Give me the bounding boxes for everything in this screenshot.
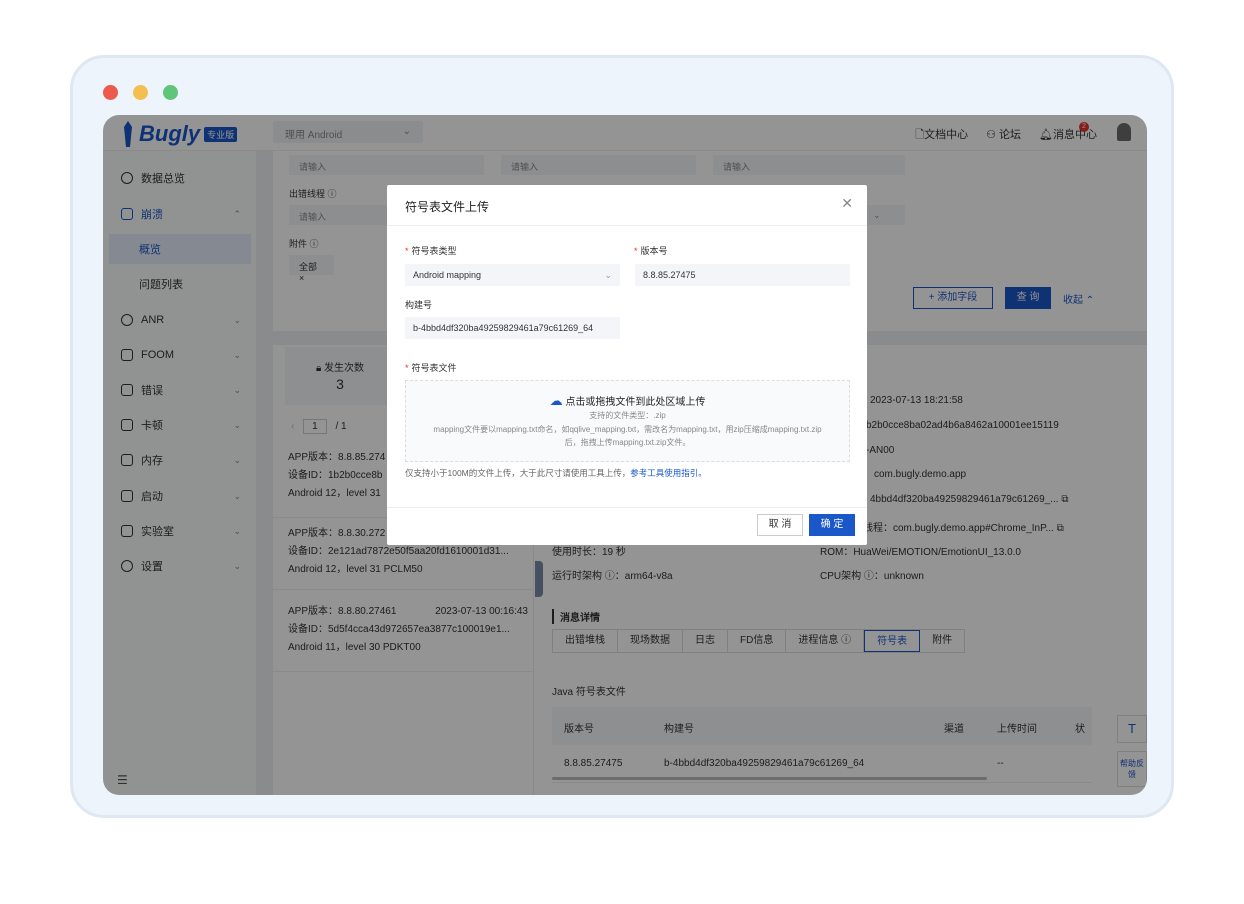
cancel-button[interactable]: 取 消 <box>757 514 803 536</box>
window-frame: Bugly 专业版 理用 Android ⌄ 🗋文档中心 ⚇ 论坛 🔔︎消息中心 … <box>70 55 1174 818</box>
upload-modal: 符号表文件上传 ✕ * 符号表类型 Android mapping ⌄ * 版本号 8… <box>387 185 867 545</box>
size-note-text: 仅支持小于100M的文件上传，大于此尺寸请使用工具上传， <box>405 468 631 478</box>
version-label-text: 版本号 <box>640 246 668 256</box>
maximize-dot[interactable] <box>163 85 178 100</box>
close-dot[interactable] <box>103 85 118 100</box>
cloud-upload-icon: ☁︎ <box>549 393 563 408</box>
type-select-value: Android mapping <box>413 270 482 280</box>
build-input[interactable]: b-4bbd4df320ba49259829461a79c61269_64 <box>405 317 620 339</box>
version-label: * 版本号 <box>634 244 668 257</box>
version-input[interactable]: 8.8.85.27475 <box>635 264 850 286</box>
type-label-text: 符号表类型 <box>411 246 457 256</box>
tool-guide-link[interactable]: 参考工具使用指引。 <box>630 468 707 478</box>
modal-divider <box>387 225 867 226</box>
app-screen: Bugly 专业版 理用 Android ⌄ 🗋文档中心 ⚇ 论坛 🔔︎消息中心 … <box>103 115 1147 795</box>
chevron-down-icon: ⌄ <box>604 270 612 280</box>
upload-types: 支持的文件类型：.zip <box>589 411 666 420</box>
confirm-button[interactable]: 确 定 <box>809 514 855 536</box>
minimize-dot[interactable] <box>133 85 148 100</box>
upload-hint-1: mapping文件要以mapping.txt命名，如qqlive_mapping… <box>433 425 822 434</box>
type-label: * 符号表类型 <box>405 244 457 257</box>
modal-footer-divider <box>387 507 867 508</box>
required-mark: * <box>634 246 638 256</box>
upload-title-row: ☁︎ 点击或拖拽文件到此处区域上传 <box>406 393 849 409</box>
upload-dropzone[interactable]: ☁︎ 点击或拖拽文件到此处区域上传 支持的文件类型：.zip mapping文件… <box>405 380 850 462</box>
required-mark: * <box>405 246 409 256</box>
required-mark: * <box>405 363 409 373</box>
modal-title: 符号表文件上传 <box>405 200 490 214</box>
size-note: 仅支持小于100M的文件上传，大于此尺寸请使用工具上传，参考工具使用指引。 <box>405 467 707 479</box>
upload-hint-2: 后，拖拽上传mapping.txt.zip文件。 <box>564 438 691 447</box>
file-label: * 符号表文件 <box>405 361 457 374</box>
upload-title: 点击或拖拽文件到此处区域上传 <box>565 397 706 408</box>
file-label-text: 符号表文件 <box>411 363 457 373</box>
build-label: 构建号 <box>405 300 433 310</box>
close-icon[interactable]: ✕ <box>841 195 853 212</box>
type-select[interactable]: Android mapping ⌄ <box>405 264 620 286</box>
